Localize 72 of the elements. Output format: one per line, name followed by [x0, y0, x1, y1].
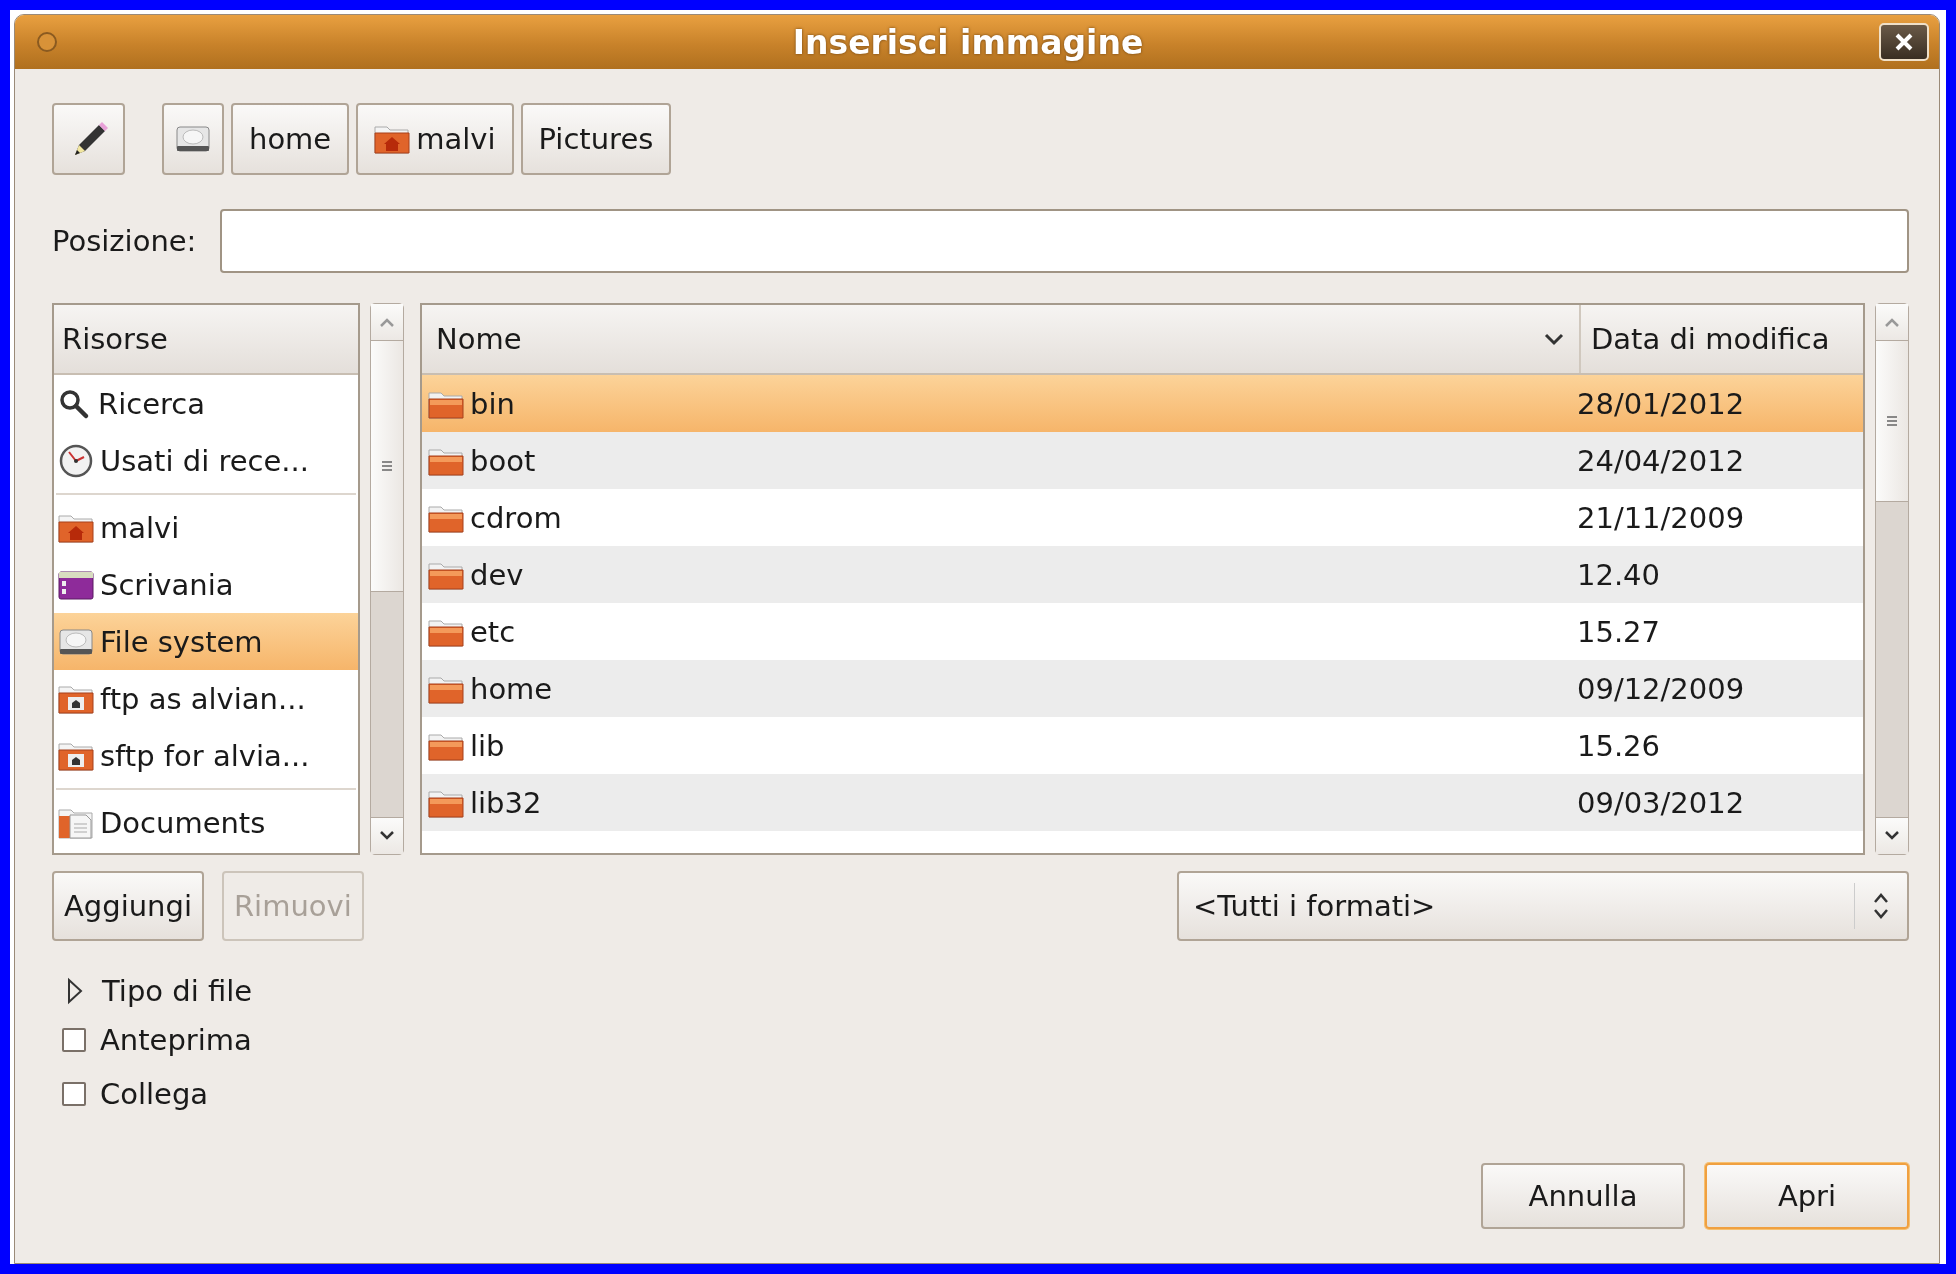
path-button[interactable]: home — [231, 103, 350, 175]
file-row[interactable]: cdrom 21/11/2009 — [422, 489, 1863, 546]
window-title: Inserisci immagine — [791, 22, 1145, 62]
file-row[interactable]: boot 24/04/2012 — [422, 432, 1863, 489]
column-header[interactable]: Data di modifica — [1581, 305, 1863, 373]
file-name: dev — [470, 557, 524, 592]
checkbox[interactable] — [62, 1082, 86, 1106]
sidebar-item[interactable]: Documents — [54, 794, 358, 851]
file-name: cdrom — [470, 500, 562, 535]
file-name: etc — [470, 614, 516, 649]
modified-date: 15.26 — [1577, 728, 1662, 763]
expander-arrow-icon — [66, 977, 84, 1005]
close-icon — [1893, 31, 1915, 53]
modified-date: 28/01/2012 — [1577, 386, 1746, 421]
modified-date: 15.27 — [1577, 614, 1662, 649]
desktop-icon — [58, 569, 94, 600]
window-menu-icon[interactable] — [37, 32, 57, 52]
path-button[interactable]: Pictures — [520, 103, 672, 175]
drive-button[interactable] — [162, 103, 224, 175]
scrollbar-thumb[interactable] — [371, 340, 403, 592]
file-name: boot — [470, 443, 536, 478]
file-name: home — [470, 671, 553, 706]
sidebar-item[interactable]: Ricerca — [54, 375, 358, 432]
path-button[interactable]: malvi — [356, 103, 514, 175]
close-button[interactable] — [1879, 23, 1929, 61]
hard-drive-icon — [175, 124, 211, 154]
file-row[interactable]: lib32 09/03/2012 — [422, 774, 1863, 831]
clock-icon — [58, 443, 94, 478]
modified-date: 09/03/2012 — [1577, 785, 1746, 820]
open-button[interactable]: Apri — [1705, 1163, 1909, 1229]
modified-date: 09/12/2009 — [1577, 671, 1746, 706]
file-row[interactable]: home 09/12/2009 — [422, 660, 1863, 717]
modified-date: 21/11/2009 — [1577, 500, 1746, 535]
checkbox-label: Anteprima — [100, 1023, 252, 1057]
file-type-dropdown[interactable]: <Tutti i formati> — [1177, 871, 1909, 941]
cancel-button[interactable]: Annulla — [1481, 1163, 1685, 1229]
checkbox[interactable] — [62, 1028, 86, 1052]
file-row[interactable]: etc 15.27 — [422, 603, 1863, 660]
scrollbar[interactable] — [370, 303, 404, 855]
sidebar-item[interactable]: Scrivania — [54, 556, 358, 613]
location-label: Posizione: — [52, 224, 197, 258]
sidebar-item[interactable]: File system — [54, 613, 358, 670]
file-type-expander[interactable]: Tipo di file — [52, 969, 1909, 1013]
network-folder-icon — [58, 740, 94, 771]
scrollbar-thumb[interactable] — [1876, 340, 1908, 502]
file-row[interactable]: bin 28/01/2012 — [422, 375, 1863, 432]
up-down-arrows-icon — [1872, 891, 1890, 921]
file-row[interactable]: lib 15.26 — [422, 717, 1863, 774]
file-row[interactable]: dev 12.40 — [422, 546, 1863, 603]
sidebar-item[interactable]: ftp as alvian... — [54, 670, 358, 727]
sidebar-item[interactable]: Usati di rece... — [54, 432, 358, 489]
edit-location-button[interactable] — [52, 103, 125, 175]
network-folder-icon — [58, 683, 94, 714]
file-name: lib32 — [470, 785, 542, 820]
file-name: bin — [470, 386, 515, 421]
documents-folder-icon — [58, 806, 94, 839]
add-button[interactable]: Aggiungi — [52, 871, 204, 941]
home-folder-icon — [374, 124, 411, 154]
file-name: lib — [470, 728, 505, 763]
checkbox-label: Collega — [100, 1077, 209, 1111]
location-field[interactable] — [220, 209, 1909, 273]
sidebar-item[interactable]: sftp for alvia... — [54, 727, 358, 784]
column-header[interactable]: Nome — [422, 305, 1581, 373]
modified-date: 24/04/2012 — [1577, 443, 1746, 478]
home-folder-icon — [58, 512, 94, 543]
scroll-grip-icon — [1885, 414, 1899, 428]
modified-date: 12.40 — [1577, 557, 1662, 592]
column-header[interactable]: Risorse — [54, 305, 358, 375]
sidebar-item[interactable]: malvi — [54, 499, 358, 556]
scrollbar[interactable] — [1875, 303, 1909, 855]
scroll-grip-icon — [380, 459, 394, 473]
hard-drive-icon — [58, 626, 94, 657]
